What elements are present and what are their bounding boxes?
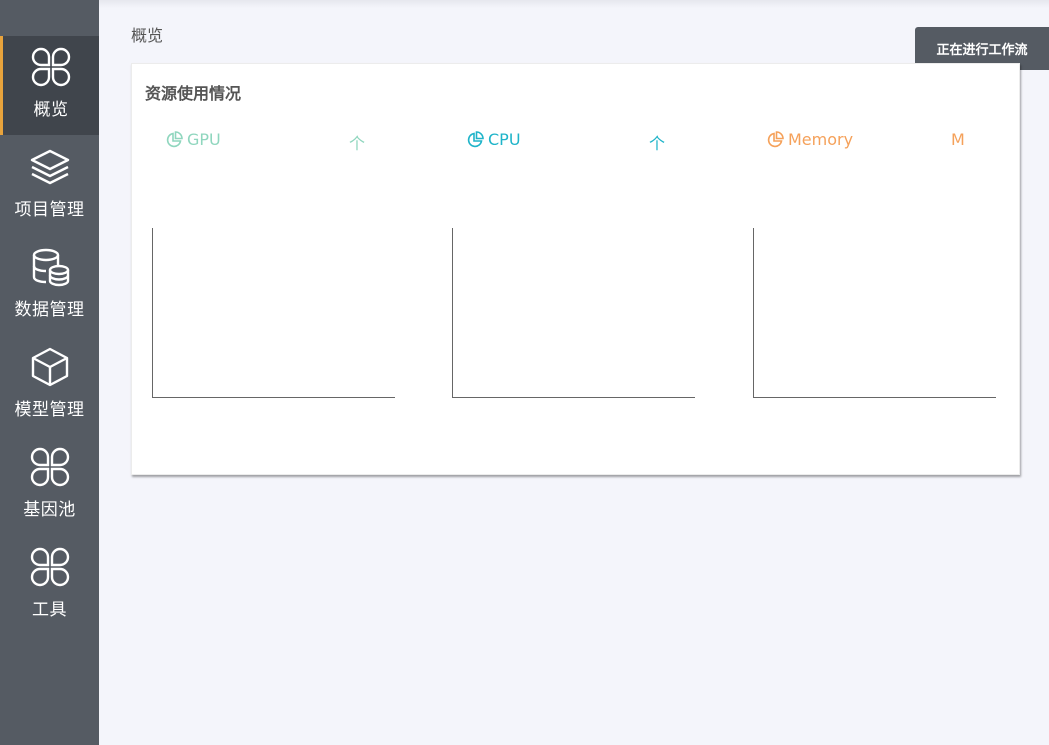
sidebar-item-data[interactable]: 数据管理 xyxy=(0,236,99,335)
sidebar-item-label: 模型管理 xyxy=(14,400,85,420)
memory-metric-header: Memory M xyxy=(766,130,1016,160)
cpu-unit: 个 xyxy=(649,134,666,153)
sidebar-item-label: 基因池 xyxy=(23,500,76,520)
clover-icon xyxy=(30,547,69,587)
cpu-chart-axis xyxy=(452,228,695,398)
sidebar: 概览 项目管理 数据管理 模型管理 基因池 工具 xyxy=(0,0,99,745)
clover-icon xyxy=(30,447,69,487)
cube-icon xyxy=(31,347,68,387)
sidebar-item-models[interactable]: 模型管理 xyxy=(0,336,99,435)
gpu-metric-header: GPU 个 xyxy=(165,130,415,160)
gpu-chart-axis xyxy=(152,228,395,398)
gpu-unit: 个 xyxy=(349,134,366,153)
breadcrumb: 概览 xyxy=(131,26,164,45)
sidebar-item-label: 工具 xyxy=(32,600,67,620)
memory-chart-axis xyxy=(753,228,996,398)
pie-chart-icon xyxy=(767,130,784,147)
sidebar-item-gene-pool[interactable]: 基因池 xyxy=(0,436,99,535)
sidebar-item-label: 项目管理 xyxy=(14,200,85,220)
database-icon xyxy=(32,248,69,287)
resource-usage-card: 资源使用情况 GPU 个 CPU 个 Memory M xyxy=(131,63,1020,475)
card-title: 资源使用情况 xyxy=(145,84,242,103)
clover-icon xyxy=(31,47,71,87)
gpu-label: GPU xyxy=(187,130,221,149)
sidebar-item-tools[interactable]: 工具 xyxy=(0,536,99,635)
memory-unit: M xyxy=(951,130,965,149)
pie-chart-icon xyxy=(166,130,183,147)
sidebar-item-label: 概览 xyxy=(33,100,69,120)
top-shadow xyxy=(99,0,1049,8)
cpu-label: CPU xyxy=(488,130,521,149)
sidebar-item-overview[interactable]: 概览 xyxy=(0,36,99,135)
memory-label: Memory xyxy=(788,130,854,149)
cpu-metric-header: CPU 个 xyxy=(466,130,716,160)
sidebar-item-label: 数据管理 xyxy=(14,300,85,320)
pie-chart-icon xyxy=(467,130,484,147)
layers-icon xyxy=(30,149,69,185)
sidebar-item-projects[interactable]: 项目管理 xyxy=(0,136,99,235)
